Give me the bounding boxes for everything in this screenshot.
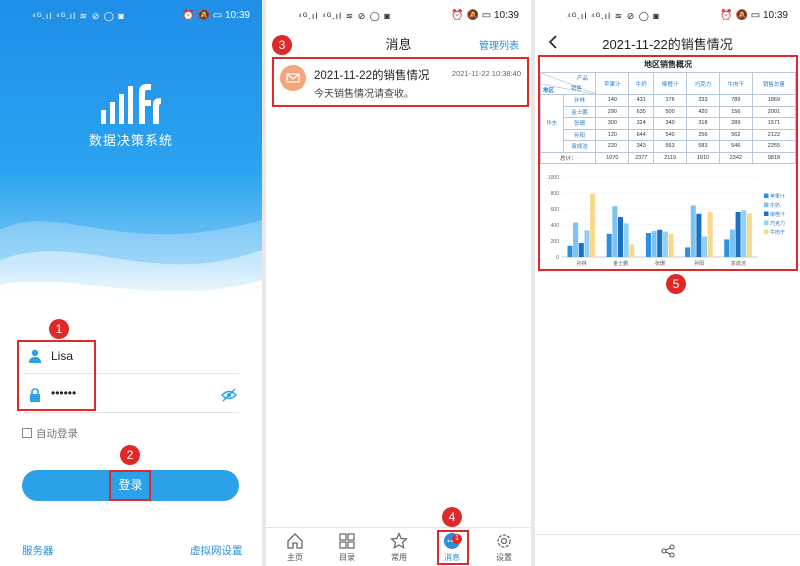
status-icons: ⁴ᴳ.ıl ⁴ᴳ.ıl ≋ ⊘ ◯ ◙	[32, 11, 125, 21]
status-icons: ⁴ᴳ.ıl ⁴ᴳ.ıl ≋ ⊘ ◯ ◙	[298, 11, 391, 21]
messages-screen: ⁴ᴳ.ıl ⁴ᴳ.ıl ≋ ⊘ ◯ ◙ ⏰ 🔕 ▭ 10:39 消息 管理列表 …	[266, 0, 531, 566]
auto-login-checkbox[interactable]: 自动登录	[22, 426, 78, 441]
annotation-badge-2: 2	[120, 445, 140, 465]
annotation-box-1	[17, 340, 96, 411]
report-title: 2021-11-22的销售情况	[602, 37, 733, 52]
status-bar: ⁴ᴳ.ıl ⁴ᴳ.ıl ≋ ⊘ ◯ ◙ ⏰ 🔕 ▭ 10:39	[266, 0, 531, 32]
annotation-badge-4: 4	[442, 507, 462, 527]
annotation-box-3	[272, 57, 529, 107]
status-bar: ⁴ᴳ.ıl ⁴ᴳ.ıl ≋ ⊘ ◯ ◙ ⏰ 🔕 ▭ 10:39	[535, 0, 800, 32]
annotation-box-4	[437, 530, 469, 565]
annotation-box-2	[109, 470, 151, 501]
home-icon	[287, 533, 303, 549]
tab-home[interactable]: 主页	[275, 532, 315, 563]
tab-settings[interactable]: 设置	[484, 532, 524, 563]
bottom-tab-bar: 主页 目录 常用 1 消息 设置	[266, 527, 531, 566]
app-logo-icon	[101, 84, 161, 124]
annotation-box-5	[538, 55, 798, 271]
hide-password-icon[interactable]	[221, 388, 237, 402]
gear-icon	[497, 534, 511, 548]
annotation-badge-1: 1	[49, 319, 69, 339]
status-bar: ⁴ᴳ.ıl ⁴ᴳ.ıl ≋ ⊘ ◯ ◙ ⏰ 🔕 ▭ 10:39	[0, 0, 262, 32]
annotation-badge-3: 3	[272, 35, 292, 55]
status-time: ⏰ 🔕 ▭ 10:39	[451, 10, 519, 21]
annotation-badge-5: 5	[666, 274, 686, 294]
tab-favorites[interactable]: 常用	[379, 532, 419, 563]
status-time: ⏰ 🔕 ▭ 10:39	[720, 10, 788, 21]
wave-decoration	[0, 220, 262, 320]
tab-catalog[interactable]: 目录	[327, 532, 367, 563]
status-time: ⏰ 🔕 ▭ 10:39	[182, 10, 250, 21]
share-icon[interactable]	[661, 544, 675, 558]
checkbox-icon	[22, 428, 32, 438]
login-screen: ⁴ᴳ.ıl ⁴ᴳ.ıl ≋ ⊘ ◯ ◙ ⏰ 🔕 ▭ 10:39 数据决策系统 L…	[0, 0, 262, 566]
grid-icon	[339, 533, 355, 549]
manage-list-button[interactable]: 管理列表	[479, 37, 519, 52]
app-title: 数据决策系统	[88, 133, 173, 148]
login-hero	[0, 0, 262, 320]
status-icons: ⁴ᴳ.ıl ⁴ᴳ.ıl ≋ ⊘ ◯ ◙	[567, 11, 660, 21]
star-icon	[390, 532, 408, 550]
report-screen: ⁴ᴳ.ıl ⁴ᴳ.ıl ≋ ⊘ ◯ ◙ ⏰ 🔕 ▭ 10:39 2021-11-…	[535, 0, 800, 566]
server-link[interactable]: 服务器	[22, 543, 54, 558]
vpn-settings-link[interactable]: 虚拟网设置	[190, 543, 243, 558]
toolbar-divider	[535, 534, 800, 535]
